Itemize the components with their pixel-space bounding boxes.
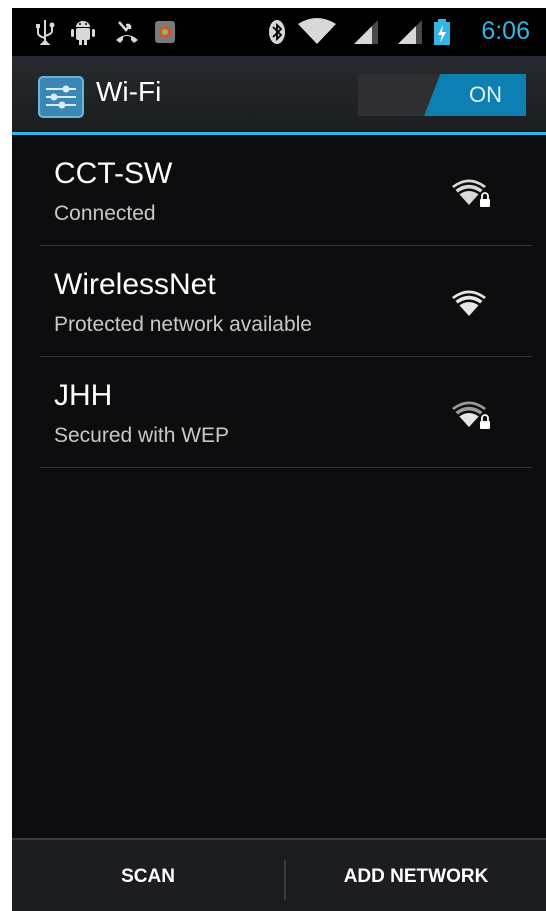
network-status: Protected network available [54,313,312,336]
network-status: Connected [54,202,156,225]
wifi-signal-icon [452,290,486,316]
network-ssid: WirelessNet [54,268,216,301]
battery-charging-icon [434,19,450,45]
cell-signal-icon [398,20,422,44]
clock: 6:06 [481,17,530,45]
toggle-label: ON [469,82,502,107]
wifi-settings-screen: 6:06 Wi-Fi ON CCT-SW Connected WirelessN… [12,8,546,911]
wifi-secured-icon [452,401,490,429]
network-item-cct-sw[interactable]: CCT-SW Connected [40,135,532,246]
add-network-button[interactable]: ADD NETWORK [286,840,546,911]
usb-icon [36,20,55,45]
network-ssid: JHH [54,379,113,412]
network-status: Secured with WEP [54,424,230,447]
network-ssid: CCT-SW [54,157,173,190]
network-list: CCT-SW Connected WirelessNet Protected n… [12,135,546,468]
bottom-action-bar: SCAN ADD NETWORK [12,838,546,911]
missed-call-icon [116,21,138,43]
android-debug-icon [71,21,95,45]
toggle-on-thumb: ON [424,74,526,116]
bluetooth-icon [269,20,285,44]
app-notification-icon [155,21,175,43]
wifi-signal-icon [298,18,336,44]
network-item-wirelessnet[interactable]: WirelessNet Protected network available [40,246,532,357]
scan-button[interactable]: SCAN [12,840,284,911]
network-item-jhh[interactable]: JHH Secured with WEP [40,357,532,468]
page-title: Wi-Fi [96,76,162,107]
cell-signal-icon [354,20,378,44]
wifi-secured-icon [452,179,490,207]
status-bar: 6:06 [12,8,546,56]
wifi-toggle[interactable]: ON [358,74,526,116]
settings-sliders-icon[interactable] [38,76,84,118]
action-bar: Wi-Fi ON [12,56,546,135]
